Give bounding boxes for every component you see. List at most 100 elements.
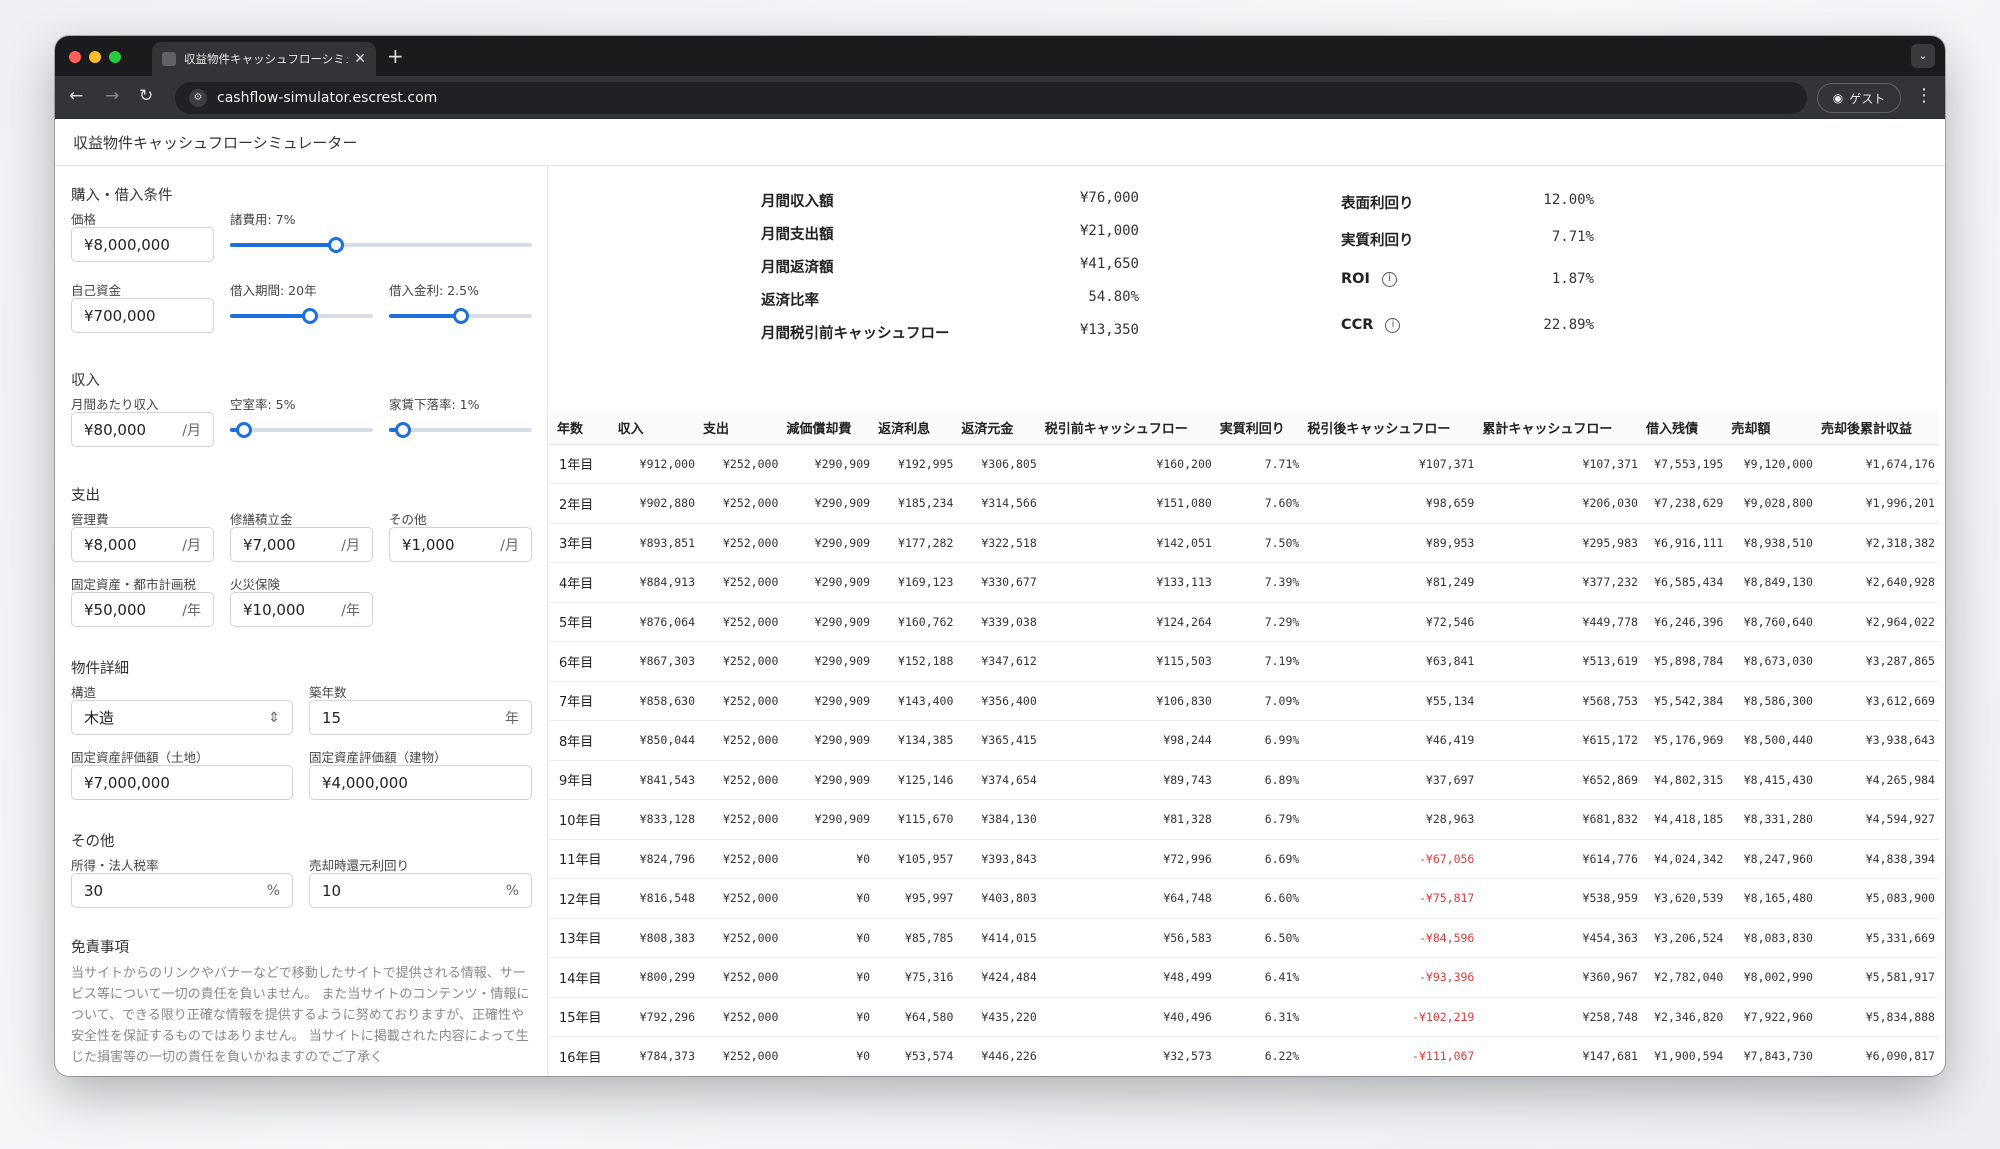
table-cell: 6.79%: [1215, 799, 1304, 840]
rate-slider-fill: [389, 314, 461, 318]
table-body: 1年目 ¥912,000 ¥252,000 ¥290,909 ¥192,995 ¥306,…: [549, 444, 1939, 1076]
rate-slider[interactable]: [389, 308, 532, 324]
table-cell: ¥115,503: [1040, 641, 1216, 682]
fire-insurance-unit: /年: [341, 602, 360, 619]
table-cell: ¥8,938,510: [1727, 523, 1817, 563]
close-tab-icon[interactable]: ✕: [354, 51, 366, 67]
site-settings-icon[interactable]: ⚙: [189, 89, 207, 107]
browser-window: 収益物件キャッシュフローシミュ ✕ + ⌄ ← → ↻ ⚙ cashflow-s…: [55, 36, 1945, 1076]
table-cell: ¥7,553,195: [1641, 444, 1728, 484]
table-cell: ¥360,967: [1478, 957, 1642, 998]
zoom-window-button[interactable]: [109, 51, 121, 63]
section-title-property: 物件詳細: [71, 661, 129, 677]
term-slider[interactable]: [230, 308, 373, 324]
monthly-income-label: 月間あたり収入: [71, 397, 159, 412]
year-cell: 13年目: [549, 918, 614, 958]
address-bar[interactable]: ⚙ cashflow-simulator.escrest.com: [175, 82, 1807, 114]
new-tab-icon[interactable]: +: [387, 44, 404, 68]
repair-reserve-label: 修繕積立金: [230, 512, 293, 527]
table-cell: 7.19%: [1215, 641, 1304, 682]
forward-arrow-icon[interactable]: →: [105, 86, 119, 106]
monthly-income-input[interactable]: ¥80,000/月: [71, 412, 214, 447]
tab-search-chevron-icon[interactable]: ⌄: [1911, 44, 1935, 68]
table-cell: ¥105,957: [874, 839, 958, 879]
year-cell: 10年目: [549, 799, 614, 840]
table-cell: ¥6,916,111: [1641, 523, 1728, 563]
structure-select[interactable]: 木造 ⇕: [71, 700, 293, 735]
mgmt-fee-input[interactable]: ¥8,000/月: [71, 527, 214, 562]
fees-slider-handle[interactable]: [327, 237, 344, 253]
income-tax-input[interactable]: 30%: [71, 873, 293, 908]
table-cell: ¥177,282: [874, 523, 958, 563]
table-row: 8年目 ¥850,044 ¥252,000 ¥290,909 ¥134,385 ¥365,…: [549, 720, 1939, 761]
table-cell: ¥192,995: [874, 444, 958, 484]
table-cell: ¥2,318,382: [1816, 523, 1939, 563]
fire-insurance-input[interactable]: ¥10,000/年: [230, 592, 373, 627]
year-cell: 7年目: [549, 681, 614, 721]
back-arrow-icon[interactable]: ←: [69, 86, 83, 106]
term-slider-handle[interactable]: [301, 308, 318, 324]
equity-input[interactable]: ¥700,000: [71, 298, 214, 333]
table-cell: ¥8,331,280: [1727, 799, 1817, 840]
profile-button[interactable]: ◉ ゲスト: [1817, 83, 1901, 113]
browser-menu-icon[interactable]: ⋮: [1915, 85, 1933, 106]
table-cell: ¥95,997: [874, 878, 958, 919]
close-window-button[interactable]: [69, 51, 81, 63]
table-cell: ¥884,913: [613, 562, 700, 603]
rent-decline-slider[interactable]: [389, 422, 532, 438]
input-panel: 購入・借入条件 価格 ¥8,000,000 諸費用: 7% 自己資金 ¥700,…: [55, 166, 548, 1076]
reload-icon[interactable]: ↻: [139, 86, 153, 106]
table-cell: ¥3,206,524: [1641, 918, 1728, 958]
table-cell: ¥9,120,000: [1727, 444, 1817, 484]
table-cell: ¥339,038: [957, 602, 1041, 642]
rate-slider-handle[interactable]: [452, 308, 469, 324]
table-cell: ¥160,200: [1040, 444, 1216, 484]
app-title: 収益物件キャッシュフローシミュレーター: [73, 133, 358, 152]
cap-rate-input[interactable]: 10%: [309, 873, 532, 908]
table-cell: ¥290,909: [782, 720, 875, 761]
table-cell: ¥816,548: [613, 878, 700, 919]
table-cell: ¥314,566: [957, 483, 1041, 524]
section-title-expense: 支出: [71, 488, 100, 504]
fire-insurance-label: 火災保険: [230, 577, 281, 592]
roi-info-icon[interactable]: i: [1381, 271, 1397, 287]
other-expense-input[interactable]: ¥1,000/月: [389, 527, 532, 562]
monthly-income-summary-label: 月間収入額: [761, 194, 834, 210]
vacancy-slider-handle[interactable]: [236, 422, 253, 438]
land-assessment-input[interactable]: ¥7,000,000: [71, 765, 293, 800]
building-assessment-input[interactable]: ¥4,000,000: [309, 765, 532, 800]
building-age-unit: 年: [505, 710, 519, 727]
ccr-info-icon[interactable]: i: [1385, 317, 1401, 333]
table-cell: ¥0: [782, 878, 875, 919]
table-cell: ¥8,247,960: [1727, 839, 1817, 879]
section-title-purchase: 購入・借入条件: [71, 188, 173, 204]
repair-reserve-unit: /月: [341, 537, 360, 554]
rent-decline-slider-handle[interactable]: [395, 422, 412, 438]
table-cell: ¥7,922,960: [1727, 997, 1817, 1037]
building-age-input[interactable]: 15 年: [309, 700, 532, 735]
net-yield-value: 7.71%: [1551, 229, 1594, 245]
year-cell: 6年目: [549, 641, 614, 682]
repair-reserve-input[interactable]: ¥7,000/月: [230, 527, 373, 562]
table-cell: ¥5,581,917: [1816, 957, 1939, 998]
table-cell: ¥356,400: [957, 681, 1041, 721]
table-cell: ¥252,000: [699, 997, 783, 1037]
table-cell: ¥850,044: [613, 720, 700, 761]
minimize-window-button[interactable]: [89, 51, 101, 63]
table-cell: ¥32,573: [1040, 1036, 1216, 1076]
table-cell: ¥290,909: [782, 483, 875, 524]
price-input[interactable]: ¥8,000,000: [71, 227, 214, 262]
property-tax-input[interactable]: ¥50,000/年: [71, 592, 214, 627]
fees-slider[interactable]: [230, 237, 532, 253]
roi-row: ROI i: [1341, 271, 1397, 287]
vacancy-slider[interactable]: [230, 422, 373, 438]
ccr-row: CCR i: [1341, 317, 1401, 333]
table-row: 3年目 ¥893,851 ¥252,000 ¥290,909 ¥177,282 ¥322,…: [549, 523, 1939, 563]
table-cell: ¥3,620,539: [1641, 878, 1728, 919]
table-row: 9年目 ¥841,543 ¥252,000 ¥290,909 ¥125,146 ¥374,…: [549, 760, 1939, 800]
table-cell: ¥6,090,817: [1816, 1036, 1939, 1076]
browser-tab[interactable]: 収益物件キャッシュフローシミュ ✕: [152, 42, 376, 76]
table-cell: ¥902,880: [613, 483, 700, 524]
table-cell: ¥538,959: [1478, 878, 1642, 919]
table-cell: ¥290,909: [782, 760, 875, 800]
